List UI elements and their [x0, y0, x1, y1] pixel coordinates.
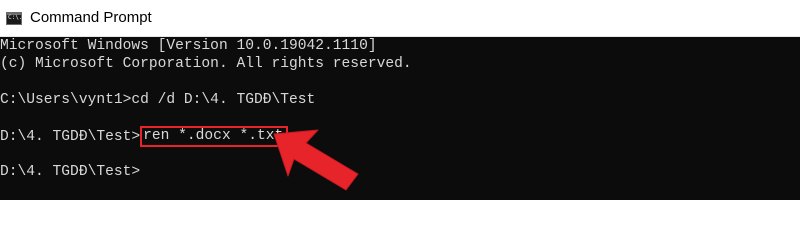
console-line-prompt: D:\4. TGDĐ\Test> [0, 164, 141, 180]
red-arrow-icon [273, 129, 359, 191]
console-line-ren-command: D:\4. TGDĐ\Test> ren *.docx *.txt [0, 126, 289, 148]
window-title: Command Prompt [30, 8, 152, 26]
console-line-version: Microsoft Windows [Version 10.0.19042.11… [0, 38, 377, 54]
command-prompt-window: C:\. Command Prompt Microsoft Windows [V… [0, 0, 800, 200]
title-bar[interactable]: C:\. Command Prompt [0, 0, 800, 37]
highlighted-command: ren *.docx *.txt [140, 126, 289, 147]
console-line-copyright: (c) Microsoft Corporation. All rights re… [0, 56, 412, 72]
cmd-icon: C:\. [6, 11, 23, 25]
console-prompt: D:\4. TGDĐ\Test> [0, 129, 141, 145]
arrow-shape [273, 129, 359, 191]
cmd-icon-text: C:\. [8, 13, 23, 21]
console-area[interactable]: Microsoft Windows [Version 10.0.19042.11… [0, 37, 800, 200]
console-line-cd-command: C:\Users\vynt1>cd /d D:\4. TGDĐ\Test [0, 92, 316, 108]
